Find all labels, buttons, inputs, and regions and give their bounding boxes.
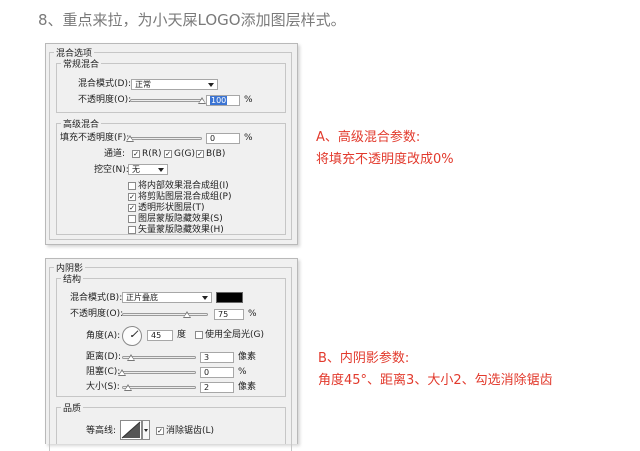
annotation-a-title: A、高级混合参数: bbox=[316, 130, 421, 145]
blend-mode-value: 正常 bbox=[135, 80, 151, 89]
distance-unit: 像素 bbox=[238, 352, 257, 362]
fill-opacity-label: 填充不透明度(F): bbox=[60, 133, 130, 143]
quality-group: 品质 bbox=[56, 401, 286, 444]
annotation-b: B、内阴影参数: 角度45°、距离3、大小2、勾选消除锯齿 bbox=[318, 350, 553, 390]
channel-r-checkbox[interactable]: ✓ bbox=[132, 150, 140, 158]
annotation-b-title: B、内阴影参数: bbox=[318, 351, 410, 366]
channel-b-checkbox[interactable]: ✓ bbox=[196, 150, 204, 158]
opacity-label: 不透明度(O): bbox=[78, 95, 132, 105]
choke-input[interactable]: 0 bbox=[200, 367, 234, 378]
opacity-value: 100 bbox=[210, 96, 228, 105]
fill-opacity-input[interactable]: 0 bbox=[206, 133, 240, 144]
layer-mask-hides-effects-label: 图层蒙版隐藏效果(S) bbox=[138, 214, 223, 224]
annotation-b-detail: 角度45°、距离3、大小2、勾选消除锯齿 bbox=[318, 373, 553, 388]
vector-mask-hides-effects-checkbox[interactable] bbox=[128, 226, 136, 234]
knockout-value: 无 bbox=[132, 165, 140, 174]
size-slider[interactable] bbox=[122, 386, 196, 389]
channel-b-label: B(B) bbox=[206, 149, 226, 159]
size-label: 大小(S): bbox=[86, 382, 120, 392]
antialias-checkbox[interactable]: ✓ bbox=[156, 427, 164, 435]
angle-input[interactable]: 45 bbox=[147, 330, 173, 341]
annotation-a: A、高级混合参数: 将填充不透明度改成0% bbox=[316, 129, 454, 169]
angle-value: 45 bbox=[151, 331, 162, 340]
quality-title: 品质 bbox=[63, 404, 82, 414]
channel-r-label: R(R) bbox=[142, 149, 162, 159]
global-light-label: 使用全局光(G) bbox=[205, 330, 264, 340]
angle-dial[interactable] bbox=[122, 326, 142, 346]
transparency-shapes-layer-label: 透明形状图层(T) bbox=[138, 203, 205, 213]
blend-mode-label: 混合模式(D): bbox=[78, 79, 131, 89]
angle-label: 角度(A): bbox=[86, 331, 121, 341]
choke-slider[interactable] bbox=[122, 371, 196, 374]
angle-unit: 度 bbox=[177, 330, 187, 340]
size-slider-handle[interactable] bbox=[123, 384, 132, 391]
blend-interior-effects-checkbox[interactable] bbox=[128, 182, 136, 190]
angle-center-dot bbox=[131, 335, 133, 337]
inner-shadow-panel: 内阴影 结构 混合模式(B): 正片叠底 不透明度(O): 75 % 角度(A)… bbox=[45, 258, 298, 451]
fill-opacity-unit: % bbox=[244, 133, 253, 143]
opacity-slider-handle[interactable] bbox=[198, 97, 206, 104]
size-input[interactable]: 2 bbox=[200, 382, 234, 393]
fill-opacity-value: 0 bbox=[210, 134, 216, 143]
knockout-label: 挖空(N): bbox=[94, 165, 129, 175]
shadow-opacity-input[interactable]: 75 bbox=[214, 309, 244, 320]
choke-label: 阻塞(C): bbox=[86, 367, 121, 377]
blend-mode-select[interactable]: 正常 bbox=[131, 79, 218, 90]
shadow-opacity-unit: % bbox=[248, 309, 257, 319]
distance-slider-handle[interactable] bbox=[126, 354, 135, 361]
channel-g-label: G(G) bbox=[174, 149, 195, 159]
structure-title: 结构 bbox=[63, 275, 82, 285]
blend-clipped-layers-label: 将剪贴图层混合成组(P) bbox=[138, 192, 232, 202]
choke-unit: % bbox=[238, 367, 247, 377]
knockout-select[interactable]: 无 bbox=[128, 164, 168, 175]
shadow-blend-mode-value: 正片叠底 bbox=[126, 293, 158, 302]
choke-value: 0 bbox=[204, 368, 210, 377]
chevron-down-icon bbox=[158, 168, 164, 172]
opacity-unit: % bbox=[244, 95, 253, 105]
layer-mask-hides-effects-checkbox[interactable] bbox=[128, 215, 136, 223]
fill-opacity-slider[interactable] bbox=[130, 137, 202, 140]
size-unit: 像素 bbox=[238, 382, 257, 392]
size-value: 2 bbox=[204, 383, 210, 392]
chevron-down-icon bbox=[202, 296, 208, 300]
fill-opacity-slider-handle[interactable] bbox=[126, 135, 134, 142]
opacity-input[interactable]: 100 bbox=[206, 95, 240, 106]
distance-label: 距离(D): bbox=[86, 352, 121, 362]
opacity-slider[interactable] bbox=[130, 99, 202, 102]
blend-clipped-layers-checkbox[interactable]: ✓ bbox=[128, 193, 136, 201]
shadow-blend-mode-label: 混合模式(B): bbox=[70, 293, 123, 303]
advanced-blending-title: 高级混合 bbox=[63, 120, 100, 130]
general-blending-title: 常规混合 bbox=[63, 60, 100, 70]
contour-dropdown-button[interactable] bbox=[142, 420, 150, 440]
antialias-label: 消除锯齿(L) bbox=[166, 426, 215, 436]
shadow-blend-mode-select[interactable]: 正片叠底 bbox=[122, 292, 212, 303]
vector-mask-hides-effects-label: 矢量蒙版隐藏效果(H) bbox=[138, 225, 224, 235]
global-light-checkbox[interactable] bbox=[195, 331, 203, 339]
annotation-a-detail: 将填充不透明度改成0% bbox=[316, 152, 454, 167]
channel-g-checkbox[interactable]: ✓ bbox=[164, 150, 172, 158]
contour-label: 等高线: bbox=[86, 426, 117, 436]
blending-options-panel: 混合选项 常规混合 混合模式(D): 正常 不透明度(O): 100 % 高级混… bbox=[45, 43, 298, 245]
shadow-color-swatch[interactable] bbox=[216, 292, 243, 303]
transparency-shapes-layer-checkbox[interactable]: ✓ bbox=[128, 204, 136, 212]
step-heading: 8、重点来拉，为小天屎LOGO添加图层样式。 bbox=[38, 11, 346, 29]
distance-value: 3 bbox=[204, 353, 210, 362]
chevron-down-icon bbox=[208, 83, 214, 87]
contour-preview[interactable] bbox=[120, 420, 142, 440]
blend-interior-effects-label: 将内部效果混合成组(I) bbox=[138, 181, 229, 191]
shadow-opacity-label: 不透明度(O): bbox=[70, 309, 124, 319]
shadow-opacity-value: 75 bbox=[218, 310, 229, 319]
contour-curve-icon bbox=[121, 421, 141, 439]
distance-input[interactable]: 3 bbox=[200, 352, 234, 363]
shadow-opacity-slider[interactable] bbox=[122, 313, 208, 316]
channels-label: 通道: bbox=[104, 149, 126, 159]
choke-slider-handle[interactable] bbox=[118, 369, 126, 376]
shadow-opacity-slider-handle[interactable] bbox=[182, 311, 191, 318]
